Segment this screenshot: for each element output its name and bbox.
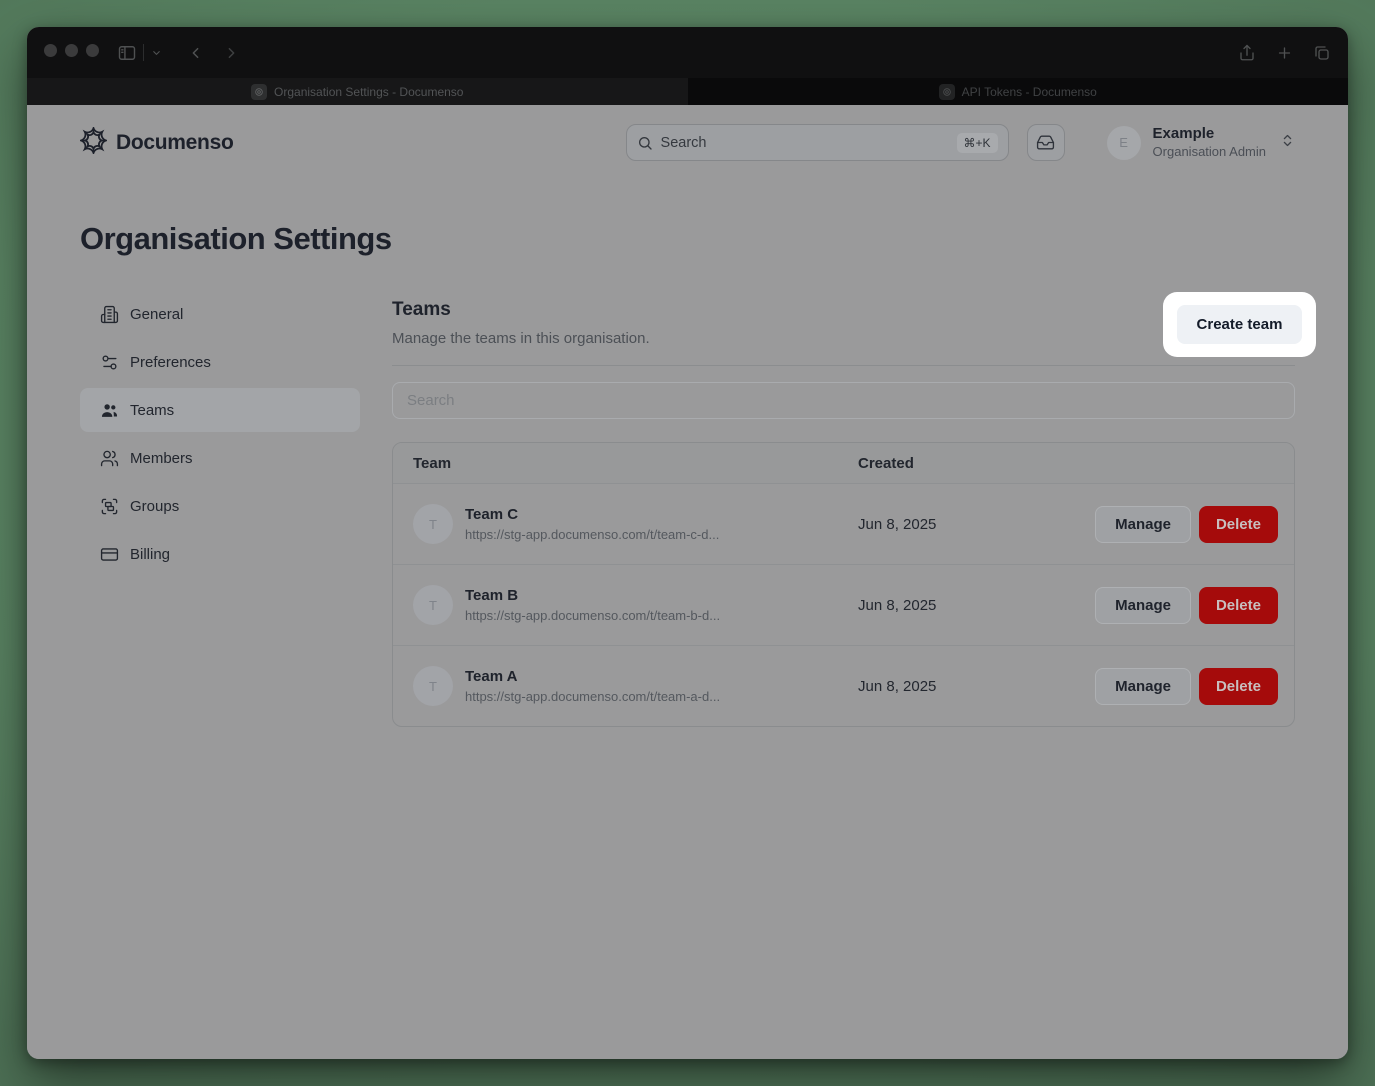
share-icon[interactable]	[1238, 44, 1256, 62]
table-row[interactable]: T Team A https://stg-app.documenso.com/t…	[393, 645, 1294, 726]
brand[interactable]: Documenso	[80, 127, 234, 159]
sidebar-toggle-icon[interactable]	[117, 43, 137, 63]
user-avatar: E	[1107, 126, 1141, 160]
team-avatar: T	[413, 666, 453, 706]
building-icon	[100, 305, 119, 324]
user-role: Organisation Admin	[1153, 144, 1266, 160]
section-title: Teams	[392, 292, 1295, 321]
sidebar-item-label: Members	[130, 450, 193, 467]
sidebar-menu-chevron-icon[interactable]	[151, 47, 162, 58]
traffic-lights	[44, 44, 99, 57]
toolbar-separator	[143, 44, 144, 61]
team-url: https://stg-app.documenso.com/t/team-c-d…	[465, 527, 719, 542]
documenso-logo-icon	[80, 127, 107, 159]
sidebar-item-groups[interactable]: Groups	[80, 484, 360, 528]
teams-table: Team Created T Team C https://stg-app.do…	[392, 442, 1295, 727]
manage-team-button[interactable]: Manage	[1095, 668, 1191, 705]
page-content: Documenso ⌘+K E Example Organisa	[27, 105, 1348, 1059]
new-tab-icon[interactable]	[1276, 44, 1293, 61]
team-avatar: T	[413, 585, 453, 625]
search-shortcut-badge: ⌘+K	[957, 133, 998, 153]
create-team-button[interactable]: Create team	[1177, 305, 1303, 344]
manage-team-button[interactable]: Manage	[1095, 506, 1191, 543]
sliders-icon	[100, 353, 119, 372]
team-name: Team B	[465, 587, 720, 605]
sidebar-item-members[interactable]: Members	[80, 436, 360, 480]
user-menu[interactable]: E Example Organisation Admin	[1107, 125, 1295, 160]
browser-toolbar	[27, 27, 1348, 78]
sidebar-item-teams[interactable]: Teams	[80, 388, 360, 432]
team-created-date: Jun 8, 2025	[858, 597, 1104, 614]
table-row[interactable]: T Team C https://stg-app.documenso.com/t…	[393, 483, 1294, 564]
sidebar-item-general[interactable]: General	[80, 292, 360, 336]
tab-api-tokens[interactable]: API Tokens - Documenso	[688, 78, 1349, 105]
documenso-favicon	[939, 84, 955, 100]
team-created-date: Jun 8, 2025	[858, 678, 1104, 695]
search-icon	[637, 135, 653, 151]
chevrons-up-down-icon	[1280, 133, 1295, 153]
app-header: Documenso ⌘+K E Example Organisa	[80, 105, 1295, 161]
browser-chrome: Organisation Settings - Documenso API To…	[27, 27, 1348, 105]
tab-title: API Tokens - Documenso	[962, 85, 1097, 99]
sidebar-item-label: General	[130, 306, 183, 323]
sidebar-item-billing[interactable]: Billing	[80, 532, 360, 576]
sidebar-item-label: Groups	[130, 498, 179, 515]
global-search-input[interactable]	[661, 135, 949, 151]
team-created-date: Jun 8, 2025	[858, 516, 1104, 533]
browser-window: Organisation Settings - Documenso API To…	[27, 27, 1348, 1059]
table-header-row: Team Created	[393, 443, 1294, 483]
delete-team-button[interactable]: Delete	[1199, 668, 1278, 705]
settings-sidebar: General Preferences Teams Members Groups	[80, 292, 360, 727]
teams-panel: Create team Teams Manage the teams in th…	[392, 292, 1295, 727]
column-header-team: Team	[393, 455, 858, 472]
inbox-button[interactable]	[1027, 124, 1065, 161]
credit-card-icon	[100, 545, 119, 564]
tab-title: Organisation Settings - Documenso	[274, 85, 463, 99]
team-name: Team A	[465, 668, 720, 686]
delete-team-button[interactable]: Delete	[1199, 587, 1278, 624]
team-url: https://stg-app.documenso.com/t/team-a-d…	[465, 689, 720, 704]
team-avatar: T	[413, 504, 453, 544]
column-header-created: Created	[858, 455, 1104, 472]
manage-team-button[interactable]: Manage	[1095, 587, 1191, 624]
section-divider	[392, 365, 1295, 366]
sidebar-item-preferences[interactable]: Preferences	[80, 340, 360, 384]
group-icon	[100, 497, 119, 516]
team-name: Team C	[465, 506, 719, 524]
teams-search-input[interactable]	[392, 382, 1295, 419]
section-subtitle: Manage the teams in this organisation.	[392, 330, 1295, 347]
table-row[interactable]: T Team B https://stg-app.documenso.com/t…	[393, 564, 1294, 645]
close-window-button[interactable]	[44, 44, 57, 57]
forward-button-icon[interactable]	[223, 44, 240, 61]
users-filled-icon	[100, 401, 119, 420]
create-team-spotlight: Create team	[1163, 292, 1316, 357]
team-url: https://stg-app.documenso.com/t/team-b-d…	[465, 608, 720, 623]
inbox-icon	[1036, 133, 1055, 152]
sidebar-item-label: Teams	[130, 402, 174, 419]
page-title: Organisation Settings	[80, 221, 1295, 257]
tab-overview-icon[interactable]	[1313, 44, 1331, 62]
sidebar-item-label: Preferences	[130, 354, 211, 371]
back-button-icon[interactable]	[187, 44, 204, 61]
zoom-window-button[interactable]	[86, 44, 99, 57]
tab-bar: Organisation Settings - Documenso API To…	[27, 78, 1348, 105]
user-name: Example	[1153, 125, 1266, 144]
global-search-bar[interactable]: ⌘+K	[626, 124, 1009, 161]
brand-name: Documenso	[116, 131, 234, 155]
delete-team-button[interactable]: Delete	[1199, 506, 1278, 543]
minimize-window-button[interactable]	[65, 44, 78, 57]
documenso-favicon	[251, 84, 267, 100]
sidebar-item-label: Billing	[130, 546, 170, 563]
tab-organisation-settings[interactable]: Organisation Settings - Documenso	[27, 78, 688, 105]
desktop: { "browser": { "tabs": [ { "title": "Org…	[0, 0, 1375, 1086]
users-icon	[100, 449, 119, 468]
